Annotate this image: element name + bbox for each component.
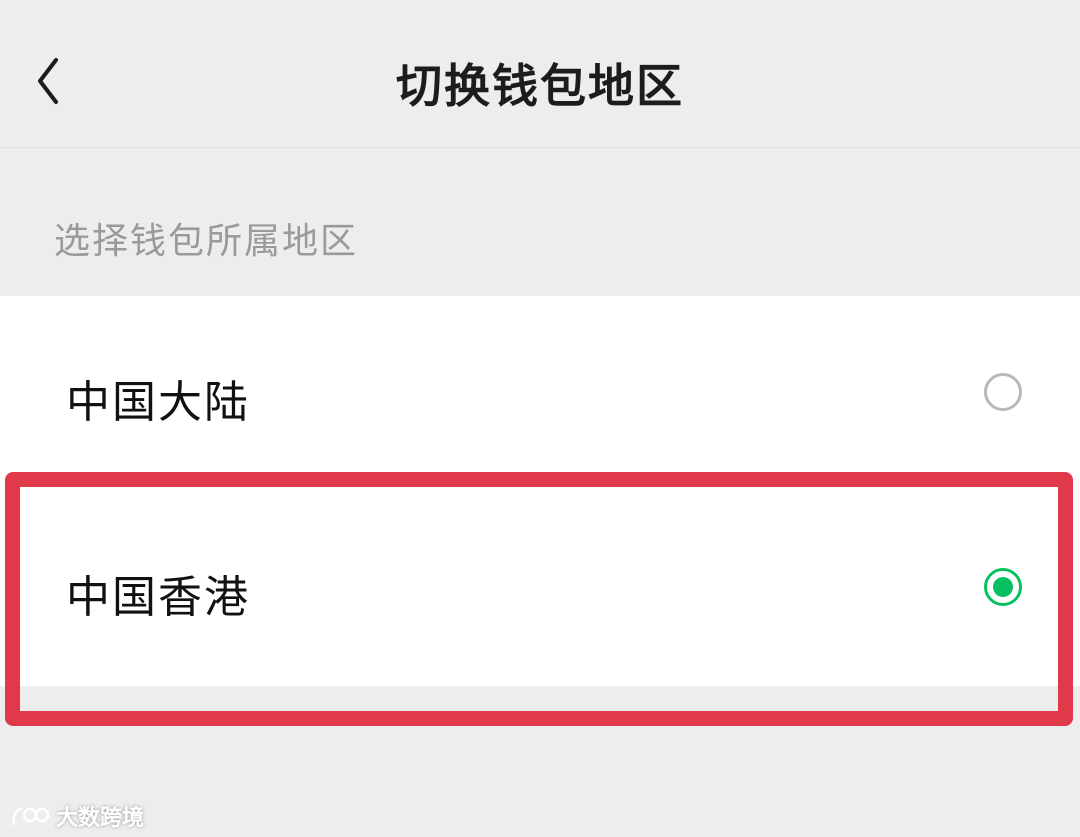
region-option-hongkong[interactable]: 中国香港 (0, 491, 1080, 681)
radio-dot (993, 577, 1013, 597)
region-option-mainland[interactable]: 中国大陆 (0, 296, 1080, 486)
top-nav-bar: 切换钱包地区 (0, 0, 1080, 148)
section-label: 选择钱包所属地区 (54, 221, 359, 262)
watermark-logo-icon (12, 807, 50, 826)
watermark: 大数跨境 (10, 800, 144, 832)
region-option-label: 中国香港 (66, 572, 250, 623)
region-option-label: 中国大陆 (66, 377, 250, 428)
page-title: 切换钱包地区 (396, 59, 684, 113)
radio-unchecked-icon[interactable] (984, 373, 1022, 411)
watermark-text: 大数跨境 (56, 806, 145, 831)
radio-checked-icon[interactable] (984, 568, 1022, 606)
region-list: 中国大陆 中国香港 (0, 296, 1080, 686)
